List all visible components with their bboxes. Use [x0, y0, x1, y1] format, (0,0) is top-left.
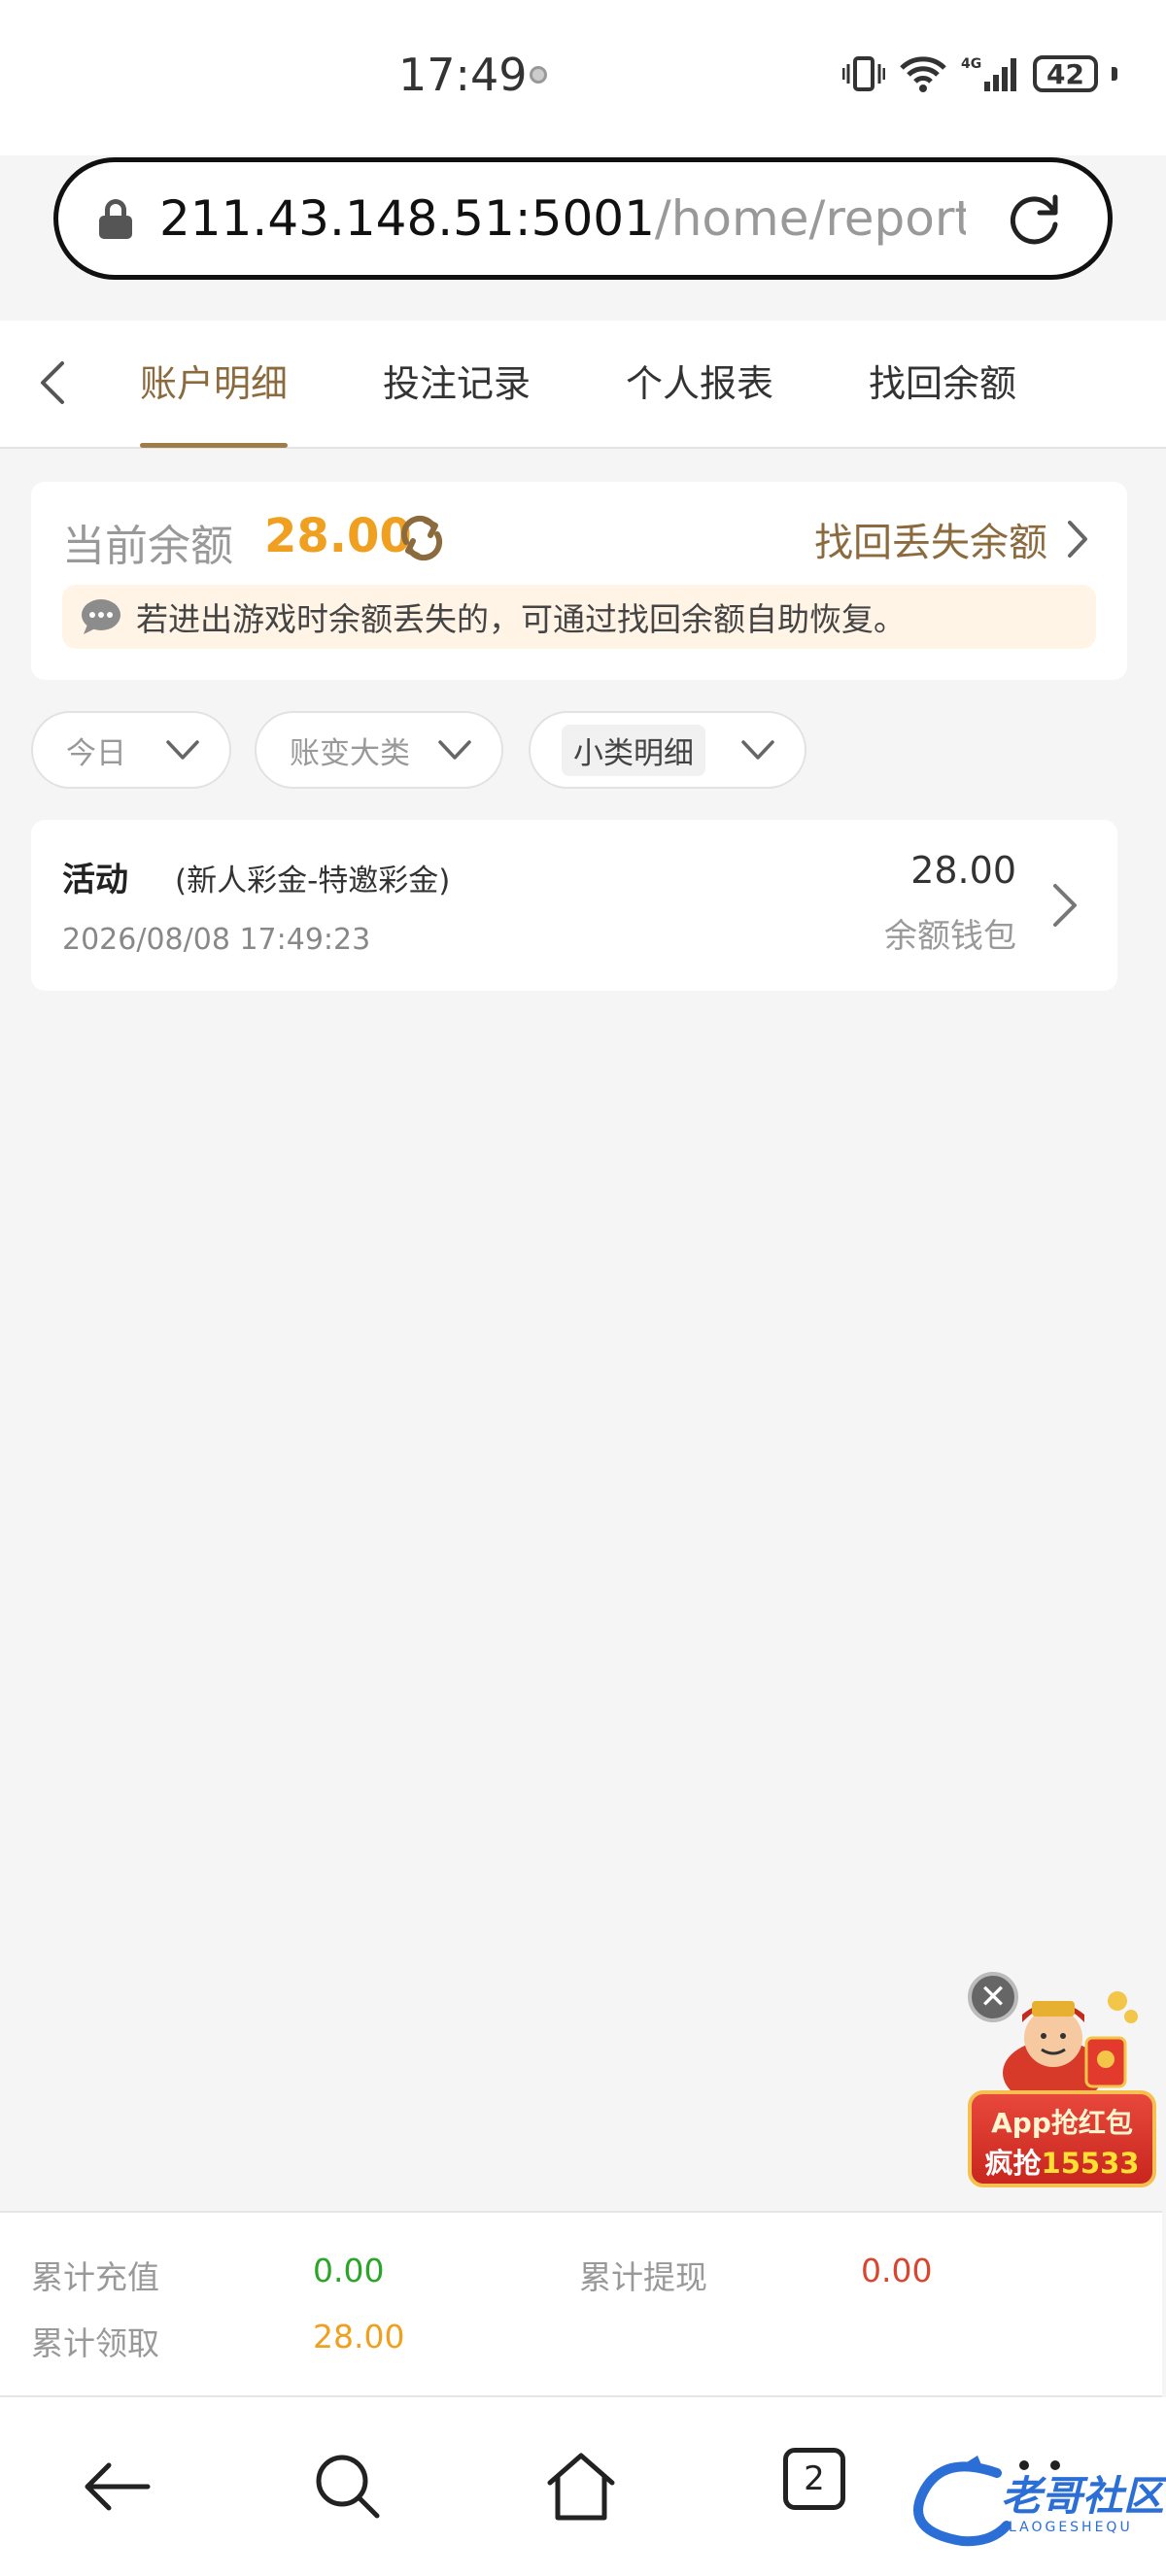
status-time: 17:49 [398, 49, 528, 101]
tab-account-details[interactable]: 账户明细 [140, 354, 288, 407]
vibrate-icon [842, 56, 886, 91]
signal-4g-icon: 4G [961, 56, 1017, 91]
total-claimed-label: 累计领取 [31, 2324, 159, 2362]
balance-notice: 若进出游戏时余额丢失的，可通过找回余额自助恢复。 [62, 585, 1096, 649]
watermark-subtext: LAOGESHEQU [1009, 2520, 1133, 2535]
total-withdraw-value: 0.00 [861, 2252, 933, 2289]
address-bar[interactable]: 211.43.148.51:5001/home/report?c [53, 157, 1113, 280]
chat-bubble-icon [82, 599, 120, 634]
chevron-down-icon [438, 740, 471, 760]
record-amount: 28.00 [910, 849, 1016, 892]
total-recharge-label: 累计充值 [31, 2258, 159, 2296]
filter-subcategory-label: 小类明细 [562, 724, 705, 776]
status-icons: 4G 42 [842, 54, 1117, 93]
notice-text: 若进出游戏时余额丢失的，可通过找回余额自助恢复。 [136, 600, 906, 638]
url-host: 211.43.148.51:5001 [159, 190, 655, 247]
list-item[interactable]: 活动 (新人彩金-特邀彩金) 2026/08/08 17:49:23 28.00… [31, 820, 1117, 991]
chevron-down-icon [166, 740, 199, 760]
active-tab-indicator [140, 443, 288, 448]
filter-date-label: 今日 [66, 735, 126, 771]
chevron-right-icon [1053, 884, 1077, 927]
search-icon[interactable] [309, 2448, 387, 2525]
dragon-logo-icon [913, 2456, 1011, 2547]
report-tabs: 账户明细 投注记录 个人报表 找回余额 [0, 321, 1166, 449]
promo-subtitle: 疯抢15533 [972, 2141, 1152, 2182]
promo-number: 15533 [1041, 2147, 1140, 2180]
lock-icon [99, 199, 132, 239]
promo-prefix: 疯抢 [984, 2147, 1042, 2180]
home-icon[interactable] [542, 2448, 620, 2525]
notification-dot-icon [530, 66, 547, 84]
recover-lost-balance-link[interactable]: 找回丢失余额 [814, 511, 1088, 567]
record-time: 2026/08/08 17:49:23 [62, 923, 371, 957]
status-bar: 17:49 4G 42 [0, 0, 1166, 155]
record-wallet: 余额钱包 [884, 917, 1016, 956]
tab-bet-records[interactable]: 投注记录 [383, 354, 531, 407]
wifi-icon [900, 56, 946, 92]
total-recharge-value: 0.00 [313, 2252, 385, 2289]
url-path: /home/report?c [654, 190, 966, 247]
close-icon[interactable]: ✕ [968, 1972, 1018, 2022]
promo-banner: App抢红包 疯抢15533 [968, 2090, 1156, 2187]
tab-personal-report[interactable]: 个人报表 [626, 354, 773, 407]
recover-lost-balance-label: 找回丢失余额 [814, 521, 1047, 565]
watermark-logo: 老哥社区 LAOGESHEQU [904, 2454, 1164, 2551]
record-subtype: (新人彩金-特邀彩金) [175, 864, 451, 898]
chevron-right-icon [1068, 521, 1087, 558]
balance-value: 28.00 [264, 509, 412, 563]
url-text[interactable]: 211.43.148.51:5001/home/report?c [159, 190, 966, 247]
red-packet-promo[interactable]: ✕ App抢红包 疯抢15533 [968, 1972, 1156, 2187]
total-claimed-value: 28.00 [313, 2318, 405, 2356]
battery-tip [1112, 67, 1117, 81]
tabs-count-button[interactable]: 2 [783, 2448, 845, 2510]
filter-date-select[interactable]: 今日 [31, 711, 231, 789]
back-icon[interactable] [78, 2448, 155, 2525]
reload-icon[interactable] [1005, 189, 1065, 250]
filter-subcategory-select[interactable]: 小类明细 [529, 711, 806, 789]
battery-indicator: 42 [1033, 55, 1098, 92]
promo-title: App抢红包 [991, 2107, 1133, 2139]
chevron-down-icon [741, 740, 774, 760]
record-type: 活动 [62, 861, 128, 899]
totals-summary: 累计充值 0.00 累计提现 0.00 累计领取 28.00 [0, 2211, 1162, 2397]
watermark-text: 老哥社区 [1001, 2472, 1165, 2520]
balance-label: 当前余额 [62, 522, 233, 571]
filter-category-select[interactable]: 账变大类 [255, 711, 503, 789]
balance-card: 当前余额 28.00 找回丢失余额 若进出游戏时余额丢失的，可通过找回余额自助恢… [31, 482, 1127, 680]
filter-category-label: 账变大类 [290, 735, 410, 771]
refresh-icon[interactable] [396, 513, 447, 563]
total-withdraw-label: 累计提现 [579, 2258, 707, 2296]
svg-text:4G: 4G [961, 56, 981, 72]
tab-recover-balance[interactable]: 找回余额 [869, 354, 1016, 407]
back-arrow-icon[interactable] [29, 356, 76, 410]
